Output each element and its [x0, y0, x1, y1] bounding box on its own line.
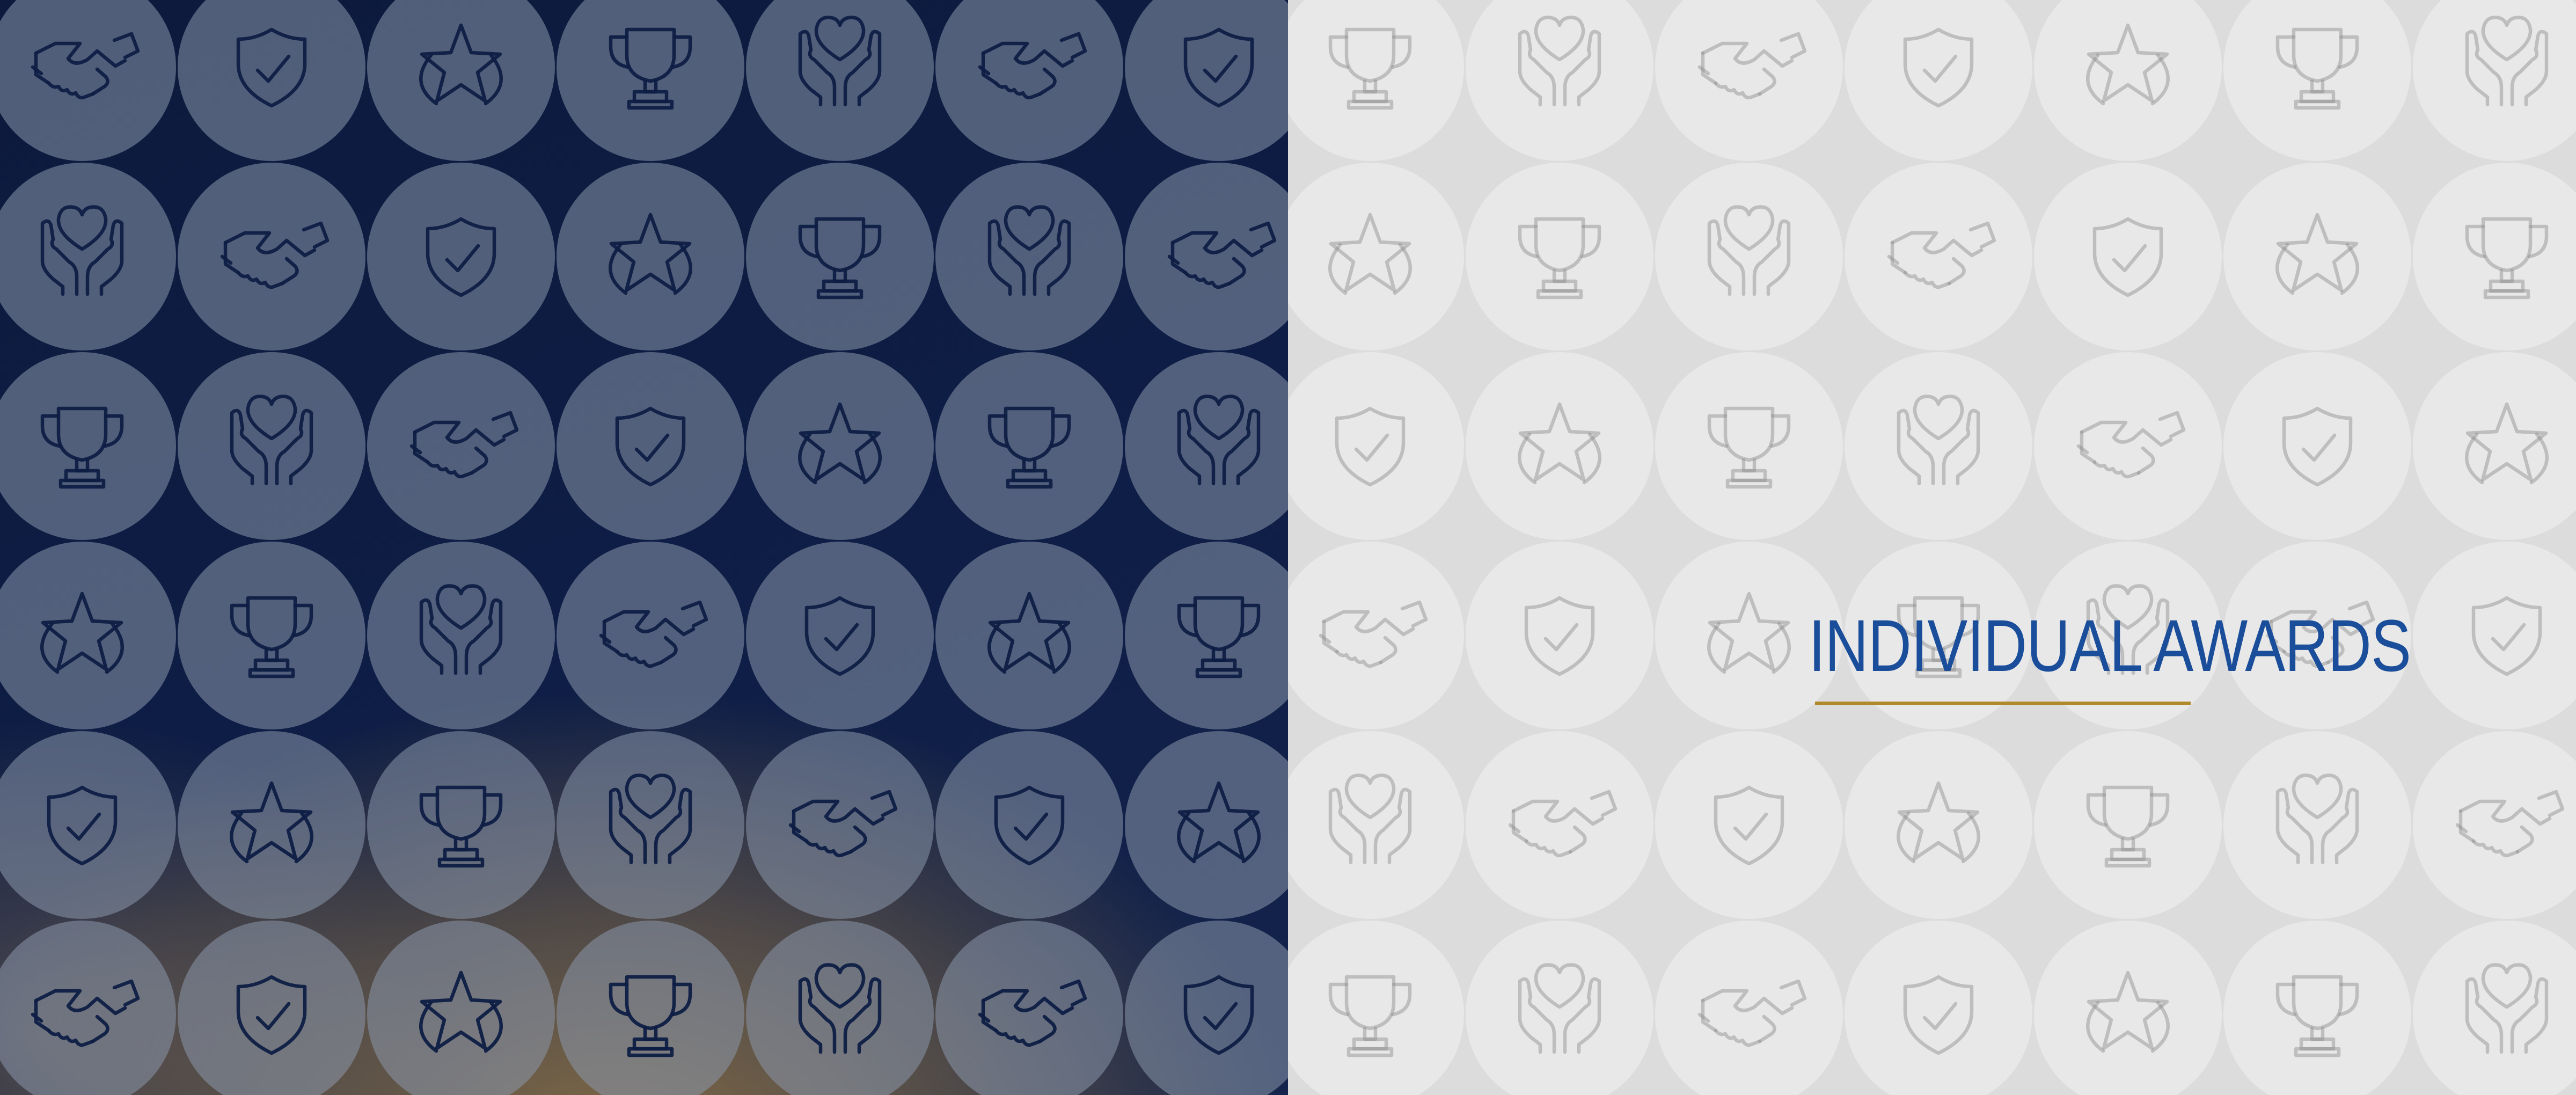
pattern-circle [178, 352, 365, 540]
pattern-circle [178, 731, 365, 919]
pattern-circle [1845, 352, 2032, 540]
pattern-circle [1466, 352, 1653, 540]
pattern-circle [557, 731, 744, 919]
pattern-circle [1288, 921, 1464, 1095]
pattern-circle [0, 542, 176, 729]
pattern-circle [1125, 542, 1288, 729]
pattern-circle [2413, 0, 2576, 161]
pattern-circle [1655, 0, 1843, 161]
award-banner: INDIVIDUAL AWARDS [0, 0, 2576, 1095]
pattern-circle [935, 352, 1123, 540]
pattern-circle [2223, 731, 2411, 919]
pattern-circle [935, 542, 1123, 729]
pattern-circle [1288, 542, 1464, 729]
pattern-circle [746, 352, 934, 540]
pattern-circle [1466, 731, 1653, 919]
pattern-circle [2413, 921, 2576, 1095]
pattern-circle [178, 0, 365, 161]
pattern-circle [935, 0, 1123, 161]
right-icon-pattern [1288, 0, 2576, 1095]
pattern-circle [746, 163, 934, 351]
pattern-circle [2034, 352, 2222, 540]
pattern-circle [1655, 731, 1843, 919]
pattern-circle [746, 542, 934, 729]
pattern-circle [2034, 731, 2222, 919]
navy-icon-panel [0, 0, 1288, 1095]
pattern-circle [746, 731, 934, 919]
pattern-circle [1655, 163, 1843, 351]
pattern-circle [2223, 163, 2411, 351]
pattern-circle [557, 542, 744, 729]
pattern-circle [1125, 163, 1288, 351]
pattern-circle [1466, 163, 1653, 351]
pattern-circle [1845, 921, 2032, 1095]
pattern-circle [935, 163, 1123, 351]
pattern-circle [557, 163, 744, 351]
pattern-circle [1845, 731, 2032, 919]
pattern-circle [2413, 352, 2576, 540]
pattern-circle [1288, 163, 1464, 351]
page-title: INDIVIDUAL AWARDS [1809, 605, 2411, 687]
pattern-circle [2413, 731, 2576, 919]
pattern-circle [2034, 921, 2222, 1095]
pattern-circle [0, 0, 176, 161]
pattern-circle [1125, 0, 1288, 161]
pattern-circle [1125, 352, 1288, 540]
title-block: INDIVIDUAL AWARDS [1809, 605, 2506, 705]
pattern-circle [557, 921, 744, 1095]
light-icon-panel [1288, 0, 2576, 1095]
pattern-circle [557, 352, 744, 540]
pattern-circle [2223, 352, 2411, 540]
pattern-circle [367, 163, 555, 351]
pattern-circle [367, 542, 555, 729]
pattern-circle [1845, 163, 2032, 351]
pattern-circle [178, 163, 365, 351]
pattern-circle [1845, 0, 2032, 161]
pattern-circle [0, 163, 176, 351]
pattern-circle [178, 542, 365, 729]
pattern-circle [1125, 731, 1288, 919]
title-underline [1815, 702, 2191, 705]
pattern-circle [1466, 542, 1653, 729]
pattern-circle [178, 921, 365, 1095]
left-icon-pattern [0, 0, 1288, 1095]
pattern-circle [935, 731, 1123, 919]
pattern-circle [367, 731, 555, 919]
pattern-circle [0, 731, 176, 919]
pattern-circle [367, 352, 555, 540]
pattern-circle [2223, 921, 2411, 1095]
pattern-circle [1288, 731, 1464, 919]
pattern-circle [0, 352, 176, 540]
pattern-circle [2034, 163, 2222, 351]
pattern-circle [1288, 352, 1464, 540]
pattern-circle [1125, 921, 1288, 1095]
pattern-circle [1655, 352, 1843, 540]
pattern-circle [367, 921, 555, 1095]
pattern-circle [2413, 163, 2576, 351]
